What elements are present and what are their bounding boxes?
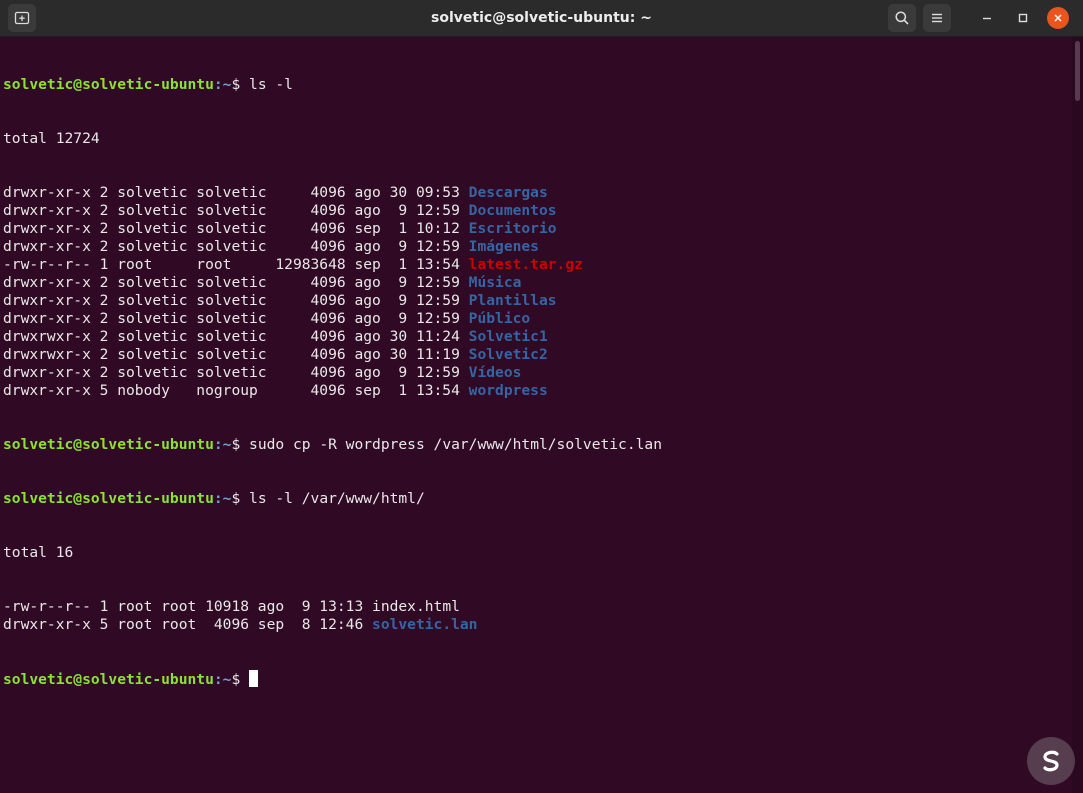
prompt-user-host: solvetic@solvetic-ubuntu <box>3 671 214 688</box>
file-meta: drwxr-xr-x 2 solvetic solvetic 4096 ago … <box>3 202 469 219</box>
minimize-button[interactable] <box>977 8 997 28</box>
file-meta: drwxr-xr-x 5 nobody nogroup 4096 sep 1 1… <box>3 382 469 399</box>
file-name: wordpress <box>468 382 548 399</box>
file-name: latest.tar.gz <box>468 256 583 273</box>
listing-total: total 16 <box>3 544 74 561</box>
command-text: ls -l <box>249 76 293 93</box>
prompt-path: :~ <box>213 671 232 688</box>
listing-row: -rw-r--r-- 1 root root 10918 ago 9 13:13… <box>3 598 1072 616</box>
file-meta: drwxr-xr-x 2 solvetic solvetic 4096 ago … <box>3 292 469 309</box>
command-text: sudo cp -R wordpress /var/www/html/solve… <box>249 436 662 453</box>
minimize-icon <box>983 17 991 20</box>
listing-row: drwxr-xr-x 2 solvetic solvetic 4096 sep … <box>3 220 1072 238</box>
listing-row: -rw-r--r-- 1 root root 12983648 sep 1 13… <box>3 256 1072 274</box>
listing-row: drwxr-xr-x 2 solvetic solvetic 4096 ago … <box>3 310 1072 328</box>
listing-rows: drwxr-xr-x 2 solvetic solvetic 4096 ago … <box>3 184 1072 400</box>
prompt-path: :~ <box>213 436 232 453</box>
logo-icon <box>1043 750 1059 772</box>
file-name: Vídeos <box>468 364 522 381</box>
close-button[interactable] <box>1047 7 1069 29</box>
prompt-symbol: $ <box>231 76 250 93</box>
file-meta: drwxr-xr-x 2 solvetic solvetic 4096 ago … <box>3 238 469 255</box>
listing-row: drwxr-xr-x 2 solvetic solvetic 4096 ago … <box>3 274 1072 292</box>
maximize-button[interactable] <box>1013 8 1033 28</box>
file-meta: drwxr-xr-x 2 solvetic solvetic 4096 sep … <box>3 220 469 237</box>
watermark-logo <box>1027 737 1075 785</box>
search-icon <box>895 11 909 25</box>
command-text: ls -l /var/www/html/ <box>249 490 425 507</box>
window-title: solvetic@solvetic-ubuntu: ~ <box>431 10 652 26</box>
command-line: solvetic@solvetic-ubuntu:~$ sudo cp -R w… <box>3 436 1072 454</box>
file-meta: -rw-r--r-- 1 root root 12983648 sep 1 13… <box>3 256 469 273</box>
file-meta: drwxrwxr-x 2 solvetic solvetic 4096 ago … <box>3 328 469 345</box>
file-name: index.html <box>372 598 460 615</box>
close-icon <box>1054 14 1062 22</box>
terminal-output[interactable]: solvetic@solvetic-ubuntu:~$ ls -l total … <box>0 37 1072 793</box>
prompt-user-host: solvetic@solvetic-ubuntu <box>3 76 214 93</box>
file-meta: drwxr-xr-x 2 solvetic solvetic 4096 ago … <box>3 274 469 291</box>
prompt-user-host: solvetic@solvetic-ubuntu <box>3 436 214 453</box>
file-name: Escritorio <box>468 220 557 237</box>
prompt-symbol: $ <box>231 490 250 507</box>
prompt-symbol: $ <box>231 671 250 688</box>
listing-row: drwxr-xr-x 2 solvetic solvetic 4096 ago … <box>3 202 1072 220</box>
listing-row: drwxrwxr-x 2 solvetic solvetic 4096 ago … <box>3 328 1072 346</box>
prompt-symbol: $ <box>231 436 250 453</box>
listing-row: drwxr-xr-x 5 nobody nogroup 4096 sep 1 1… <box>3 382 1072 400</box>
prompt-path: :~ <box>213 76 232 93</box>
title-bar[interactable]: solvetic@solvetic-ubuntu: ~ <box>0 0 1083 37</box>
maximize-icon <box>1018 13 1028 23</box>
file-meta: drwxr-xr-x 5 root root 4096 sep 8 12:46 <box>3 616 373 633</box>
listing-row: drwxr-xr-x 2 solvetic solvetic 4096 ago … <box>3 292 1072 310</box>
search-button[interactable] <box>888 4 916 32</box>
listing-rows: -rw-r--r-- 1 root root 10918 ago 9 13:13… <box>3 598 1072 634</box>
file-name: Público <box>468 310 531 327</box>
file-meta: drwxrwxr-x 2 solvetic solvetic 4096 ago … <box>3 346 469 363</box>
file-meta: drwxr-xr-x 2 solvetic solvetic 4096 ago … <box>3 310 469 327</box>
prompt-user-host: solvetic@solvetic-ubuntu <box>3 490 214 507</box>
command-line: solvetic@solvetic-ubuntu:~$ ls -l /var/w… <box>3 490 1072 508</box>
file-name: Documentos <box>468 202 557 219</box>
menu-button[interactable] <box>923 4 951 32</box>
terminal-window: solvetic@solvetic-ubuntu: ~ solvetic@sol… <box>0 0 1083 793</box>
listing-row: drwxr-xr-x 2 solvetic solvetic 4096 ago … <box>3 184 1072 202</box>
file-name: Solvetic1 <box>468 328 548 345</box>
scrollbar-thumb[interactable] <box>1075 41 1080 101</box>
file-name: solvetic.lan <box>372 616 478 633</box>
file-name: Música <box>468 274 522 291</box>
text-cursor <box>249 670 259 687</box>
file-name: Descargas <box>468 184 548 201</box>
file-meta: drwxr-xr-x 2 solvetic solvetic 4096 ago … <box>3 364 469 381</box>
hamburger-menu-icon <box>932 13 942 23</box>
listing-row: drwxr-xr-x 2 solvetic solvetic 4096 ago … <box>3 238 1072 256</box>
listing-row: drwxr-xr-x 2 solvetic solvetic 4096 ago … <box>3 364 1072 382</box>
listing-row: drwxrwxr-x 2 solvetic solvetic 4096 ago … <box>3 346 1072 364</box>
file-meta: drwxr-xr-x 2 solvetic solvetic 4096 ago … <box>3 184 469 201</box>
active-prompt-line[interactable]: solvetic@solvetic-ubuntu:~$ <box>3 670 1072 688</box>
file-name: Plantillas <box>468 292 557 309</box>
listing-total: total 12724 <box>3 130 100 147</box>
listing-row: drwxr-xr-x 5 root root 4096 sep 8 12:46 … <box>3 616 1072 634</box>
file-meta: -rw-r--r-- 1 root root 10918 ago 9 13:13 <box>3 598 373 615</box>
vertical-scrollbar[interactable] <box>1072 37 1083 793</box>
command-line: solvetic@solvetic-ubuntu:~$ ls -l <box>3 76 1072 94</box>
prompt-path: :~ <box>213 490 232 507</box>
file-name: Solvetic2 <box>468 346 548 363</box>
file-name: Imágenes <box>468 238 539 255</box>
